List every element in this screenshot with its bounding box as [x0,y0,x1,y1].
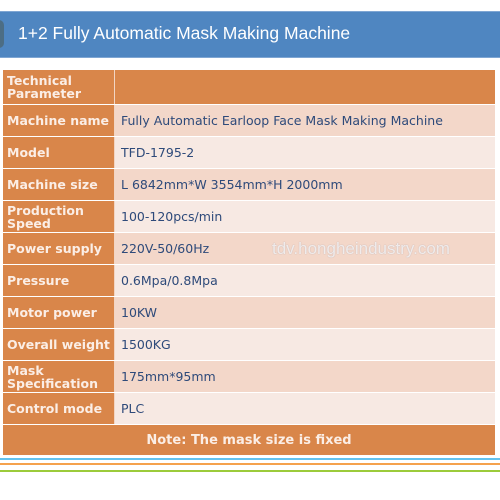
title-banner: 1+2 Fully Automatic Mask Making Machine [0,11,500,58]
table-row: Pressure 0.6Mpa/0.8Mpa [3,265,495,296]
row-label: Control mode [3,393,115,424]
header-label: Technical Parameter [3,70,115,104]
row-value: 175mm*95mm [115,361,495,392]
table-row: Control mode PLC [3,393,495,424]
row-value: L 6842mm*W 3554mm*H 2000mm [115,169,495,200]
table-note: Note: The mask size is fixed [3,425,495,455]
divider-line-green [0,470,500,472]
table-row: Production Speed 100-120pcs/min [3,201,495,232]
row-value: Fully Automatic Earloop Face Mask Making… [115,105,495,136]
page-title: 1+2 Fully Automatic Mask Making Machine [18,23,351,43]
row-value: PLC [115,393,495,424]
table-row: Power supply 220V-50/60Hz [3,233,495,264]
row-label: Pressure [3,265,115,296]
row-label: Production Speed [3,201,115,232]
table-row: Machine name Fully Automatic Earloop Fac… [3,105,495,136]
technical-parameter-table: Technical Parameter Machine name Fully A… [3,69,495,456]
table-note-row: Note: The mask size is fixed [3,425,495,455]
table-row: Model TFD-1795-2 [3,137,495,168]
table-row: Motor power 10KW [3,297,495,328]
banner-notch-decoration [0,20,4,48]
row-value: 1500KG [115,329,495,360]
divider-line-orange [0,463,500,465]
header-value [115,70,495,104]
table-row: Machine size L 6842mm*W 3554mm*H 2000mm [3,169,495,200]
row-value: 0.6Mpa/0.8Mpa [115,265,495,296]
table-row: Overall weight 1500KG [3,329,495,360]
row-label: Mask Specification [3,361,115,392]
row-value: 220V-50/60Hz [115,233,495,264]
row-value: 100-120pcs/min [115,201,495,232]
row-label: Model [3,137,115,168]
table-row: Mask Specification 175mm*95mm [3,361,495,392]
row-label: Motor power [3,297,115,328]
divider-line-blue [0,458,500,460]
row-value: 10KW [115,297,495,328]
row-label: Machine size [3,169,115,200]
table-header-row: Technical Parameter [3,70,495,104]
row-label: Power supply [3,233,115,264]
row-label: Overall weight [3,329,115,360]
row-value: TFD-1795-2 [115,137,495,168]
row-label: Machine name [3,105,115,136]
